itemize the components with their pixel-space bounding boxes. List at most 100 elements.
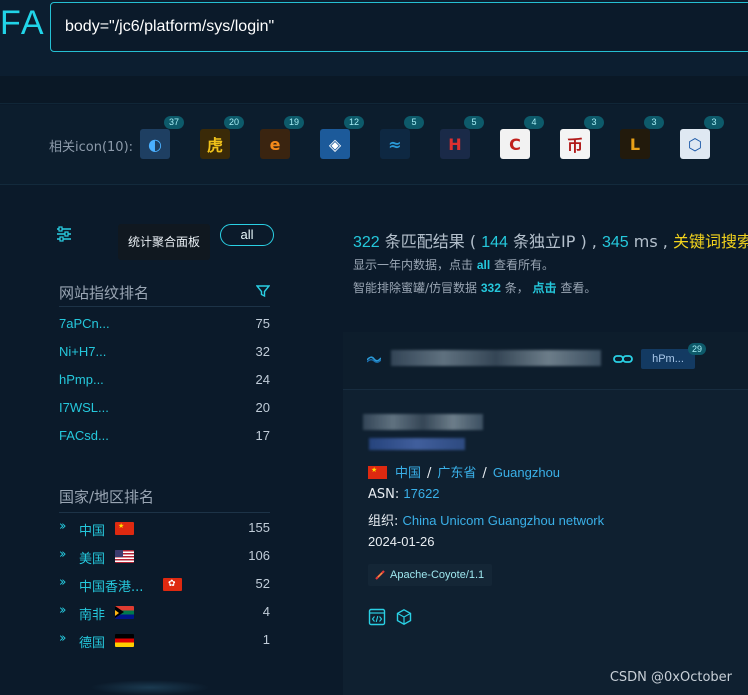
funnel-filter-icon[interactable] — [256, 284, 270, 298]
separator: / — [427, 466, 432, 481]
match-count-label: 条匹配结果 ( — [379, 232, 482, 251]
map-decoration — [90, 680, 210, 695]
note1-prefix: 显示一年内数据，点击 — [353, 258, 477, 272]
org-label: 组织: — [368, 514, 403, 529]
icon-count-badge: 3 — [704, 116, 724, 129]
note2-prefix: 智能排除蜜罐/仿冒数据 — [353, 281, 481, 295]
honeypot-count: 332 — [480, 281, 501, 295]
location-province[interactable]: 广东省 — [437, 466, 476, 481]
link-icon[interactable] — [613, 352, 633, 366]
country-rank-item[interactable]: ›› 德国 1 — [59, 631, 270, 652]
icon-glyph: ◐ — [148, 134, 162, 154]
all-button[interactable]: all — [220, 224, 274, 246]
icon-glyph: L — [629, 134, 641, 154]
e-logo-icon[interactable]: e 19 — [260, 116, 304, 159]
result-card: hPm... 29 ★ 中国 / 广东省 / Guangzhou ASN: 17622 组… — [343, 332, 748, 695]
asn-label: ASN: — [368, 487, 404, 502]
icon-count-badge: 20 — [224, 116, 244, 129]
server-tag-label: Apache-Coyote/1.1 — [390, 569, 485, 581]
country-count: 4 — [262, 604, 270, 619]
search-input[interactable]: body="/jc6/platform/sys/login" — [50, 2, 748, 52]
country-rank-item[interactable]: ›› 南非 4 — [59, 603, 270, 624]
fingerprint-tag-count: 29 — [688, 343, 707, 355]
org-line: 组织: China Unicom Guangzhou network — [368, 510, 604, 529]
separator: / — [482, 466, 487, 481]
fingerprint-count: 75 — [255, 316, 270, 331]
icon-glyph: e — [269, 134, 281, 154]
location-city[interactable]: Guangzhou — [493, 465, 560, 480]
icon-count-badge: 12 — [344, 116, 364, 129]
honeypot-click-link[interactable]: 点击 — [533, 281, 557, 295]
china-flag-icon: ★ — [368, 466, 387, 479]
icon-glyph: ⬡ — [688, 134, 702, 154]
query-time: 345 — [601, 234, 629, 251]
icon-glyph: 币 — [566, 136, 583, 155]
server-tag[interactable]: Apache-Coyote/1.1 — [368, 564, 493, 586]
fingerprint-rank-item[interactable]: FACsd... 17 — [59, 428, 270, 448]
icon-count-badge: 37 — [164, 116, 184, 129]
fingerprint-name: I7WSL... — [59, 400, 109, 415]
match-count: 322 — [353, 234, 380, 251]
icon-count-badge: 19 — [284, 116, 304, 129]
icon-glyph: ◈ — [328, 134, 342, 154]
fingerprint-rank-item[interactable]: I7WSL... 20 — [59, 400, 270, 420]
red-emblem-icon[interactable]: 币3 — [560, 116, 604, 159]
related-icon-label: 相关icon(10): — [49, 140, 134, 155]
country-name: 中国 — [79, 524, 106, 539]
icon-count-badge: 3 — [584, 116, 604, 129]
fingerprint-name: Ni+H7... — [59, 344, 107, 359]
apache-feather-icon — [375, 570, 385, 580]
icon-glyph: H — [448, 134, 462, 154]
site-favicon-icon — [367, 356, 381, 363]
asn-value[interactable]: 17622 — [403, 486, 439, 501]
cube-icon[interactable] — [395, 608, 413, 626]
fingerprint-name: 7aPCn... — [59, 316, 110, 331]
hexagon-logo-icon[interactable]: ⬡ 3 — [680, 116, 724, 159]
sub-bar — [0, 76, 748, 104]
divider — [59, 512, 270, 513]
fingerprint-rank-item[interactable]: hPmp... 24 — [59, 372, 270, 392]
keyword-search-link[interactable]: 关键词搜索 — [673, 232, 748, 251]
cn-flag-icon: ★ — [115, 522, 134, 535]
fingerprint-count: 17 — [255, 428, 270, 443]
honeypot-note: 智能排除蜜罐/仿冒数据 332 条， 点击 查看。 — [353, 279, 596, 296]
globe-swirl-icon[interactable]: ◐ 37 — [140, 116, 184, 159]
icon-glyph: C — [509, 134, 521, 154]
double-chevron-right-icon[interactable]: ›› — [59, 603, 67, 618]
za-flag-icon — [115, 606, 134, 619]
double-chevron-right-icon[interactable]: ›› — [59, 519, 67, 534]
org-value[interactable]: China Unicom Guangzhou network — [403, 513, 605, 528]
icon-glyph: ≈ — [388, 134, 402, 154]
l-logo-icon[interactable]: L3 — [620, 116, 664, 159]
note2-mid: 条， — [500, 281, 533, 295]
redacted-ip[interactable] — [369, 438, 465, 450]
wave-logo-icon[interactable]: ≈5 — [380, 116, 424, 159]
redacted-host[interactable] — [391, 350, 601, 366]
double-chevron-right-icon[interactable]: ›› — [59, 575, 67, 590]
icon-count-badge: 5 — [464, 116, 484, 129]
country-rank-item[interactable]: ›› 中国 ★ 155 — [59, 519, 270, 540]
logo[interactable]: FA — [0, 4, 46, 43]
fingerprint-rank-title: 网站指纹排名 — [59, 284, 150, 302]
fingerprint-tag[interactable]: hPm... — [641, 349, 695, 369]
country-count: 1 — [262, 632, 270, 647]
divider — [59, 306, 270, 307]
fingerprint-rank-item[interactable]: 7aPCn... 75 — [59, 316, 270, 336]
note2-suffix: 查看。 — [556, 281, 597, 295]
de-flag-icon — [115, 634, 134, 647]
location-country[interactable]: 中国 — [395, 466, 421, 481]
country-rank-item[interactable]: ›› 中国香港... ✿ 52 — [59, 575, 270, 596]
cube-logo-icon[interactable]: ◈ 12 — [320, 116, 364, 159]
tiger-logo-icon[interactable]: 虎 20 — [200, 116, 244, 159]
sliders-icon[interactable] — [56, 226, 72, 242]
fingerprint-rank-item[interactable]: Ni+H7... 32 — [59, 344, 270, 364]
country-rank-item[interactable]: ›› 美国 106 — [59, 547, 270, 568]
all-link[interactable]: all — [477, 258, 490, 272]
hb-logo-icon[interactable]: H5 — [440, 116, 484, 159]
code-view-icon[interactable] — [368, 608, 386, 626]
double-chevron-right-icon[interactable]: ›› — [59, 547, 67, 562]
fingerprint-name: FACsd... — [59, 428, 109, 443]
cebc-logo-icon[interactable]: C4 — [500, 116, 544, 159]
query-time-label: ms , — [628, 232, 673, 251]
double-chevron-right-icon[interactable]: ›› — [59, 631, 67, 646]
